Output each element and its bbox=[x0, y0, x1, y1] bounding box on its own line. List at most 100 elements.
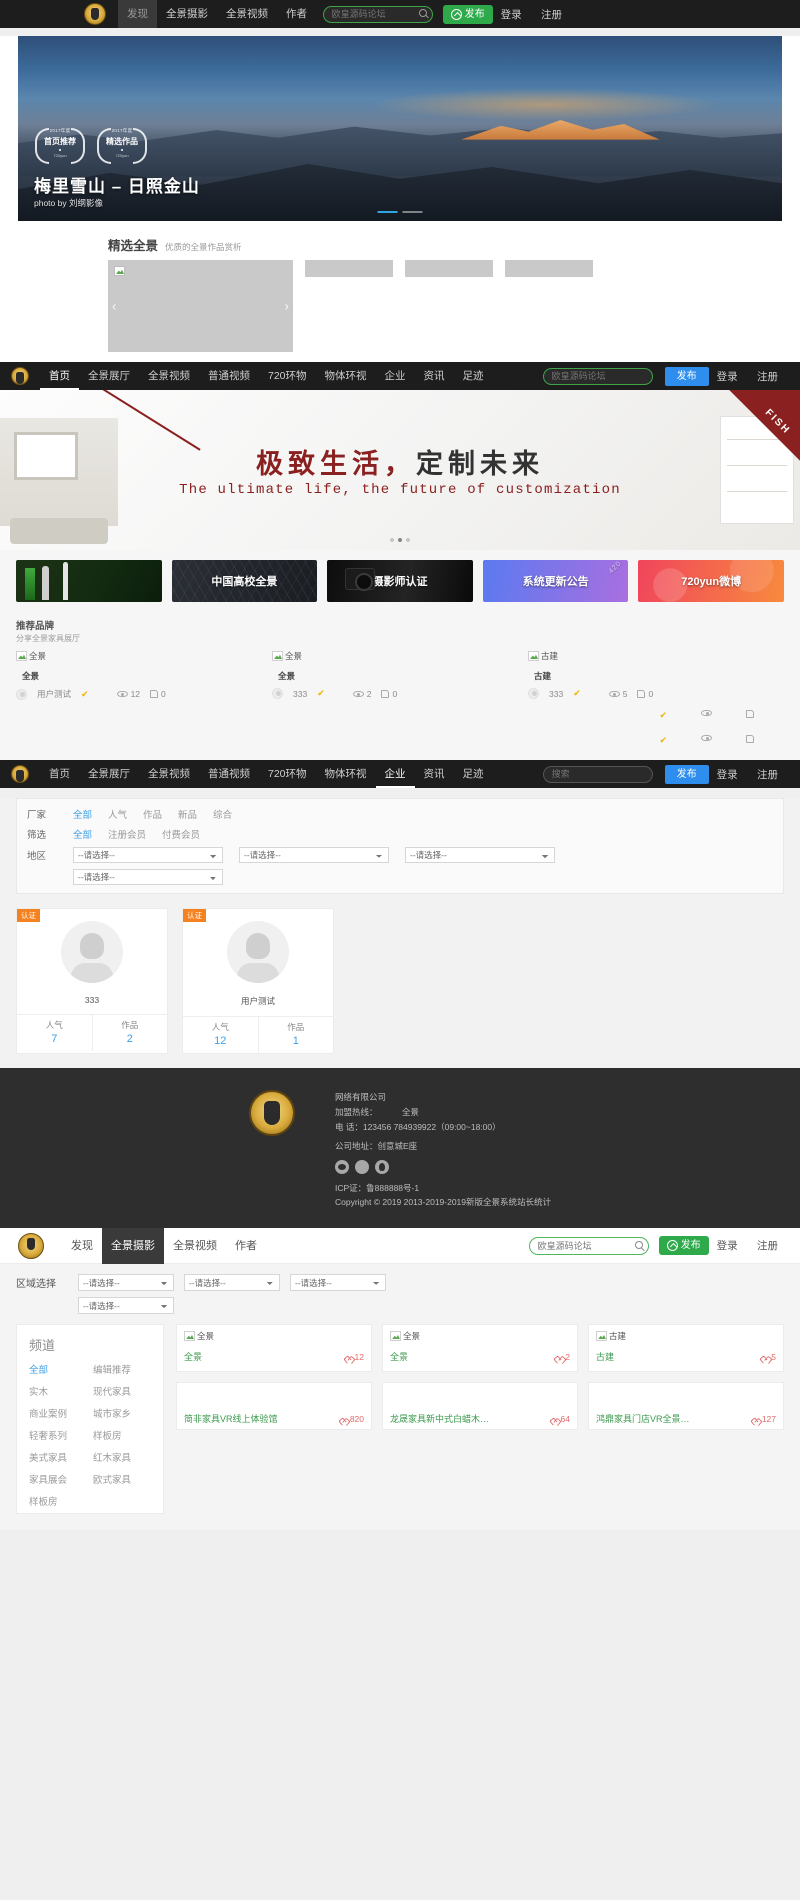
channel-item-solid-wood[interactable]: 实木 bbox=[29, 1384, 87, 1398]
featured-thumb[interactable] bbox=[405, 260, 493, 277]
channel-item-business-case[interactable]: 商业案例 bbox=[29, 1406, 87, 1420]
nav-item-object-view[interactable]: 物体环视 bbox=[316, 760, 376, 788]
user-card[interactable]: 认证 用户测试 人气 12 作品 1 bbox=[182, 908, 334, 1054]
nav-item-panorama-hall[interactable]: 全景展厅 bbox=[79, 362, 139, 390]
channel-item-city-hometown[interactable]: 城市家乡 bbox=[93, 1406, 151, 1420]
channel-item-american-furniture[interactable]: 美式家具 bbox=[29, 1450, 87, 1464]
tile-china-campus-panorama[interactable]: 中国高校全景 bbox=[171, 560, 318, 602]
brand-card[interactable]: 全景 全景 用户测试 ✔ 12 0 bbox=[16, 650, 272, 700]
region-select-city[interactable]: --请选择-- bbox=[239, 847, 389, 863]
nav-item-panorama-photo[interactable]: 全景摄影 bbox=[157, 0, 217, 28]
nav-item-720-object[interactable]: 720环物 bbox=[259, 362, 316, 390]
work-card[interactable]: 全景 全景 12 bbox=[176, 1324, 372, 1373]
nav-item-panorama-video[interactable]: 全景视频 bbox=[139, 362, 199, 390]
region-select-district[interactable]: --请选择-- bbox=[405, 847, 555, 863]
user-card[interactable]: 认证 333 人气 7 作品 2 bbox=[16, 908, 168, 1054]
wechat-icon[interactable] bbox=[334, 1159, 349, 1174]
carousel-dot[interactable] bbox=[402, 211, 423, 213]
featured-main-image[interactable]: ‹ › bbox=[108, 260, 293, 352]
site-logo-icon[interactable] bbox=[18, 1232, 44, 1259]
nav-item-enterprise[interactable]: 企业 bbox=[376, 362, 415, 390]
carousel-dot[interactable] bbox=[377, 211, 398, 213]
channel-item-furniture-expo[interactable]: 家具展会 bbox=[29, 1472, 87, 1486]
region-select-city[interactable]: --请选择-- bbox=[184, 1274, 280, 1292]
tile-system-update-notice[interactable]: 420 系统更新公告 bbox=[482, 560, 629, 602]
register-link[interactable]: 注册 bbox=[749, 371, 786, 383]
nav-item-footprint[interactable]: 足迹 bbox=[454, 362, 493, 390]
carousel-prev-arrow[interactable]: ‹ bbox=[112, 299, 116, 314]
filter-option-comprehensive[interactable]: 综合 bbox=[213, 807, 232, 821]
nav-item-panorama-video[interactable]: 全景视频 bbox=[139, 760, 199, 788]
nav-item-panorama-hall[interactable]: 全景展厅 bbox=[79, 760, 139, 788]
nav-item-enterprise[interactable]: 企业 bbox=[375, 760, 415, 788]
login-link[interactable]: 登录 bbox=[493, 9, 530, 21]
tile-rocket[interactable] bbox=[16, 560, 162, 602]
nav-item-normal-video[interactable]: 普通视频 bbox=[199, 760, 259, 788]
search-input[interactable] bbox=[322, 5, 433, 23]
nav-item-footprint[interactable]: 足迹 bbox=[454, 760, 493, 788]
tile-720yun-weibo[interactable]: 720yun微博 bbox=[638, 560, 784, 602]
nav-item-discover[interactable]: 发现 bbox=[62, 1232, 102, 1260]
channel-item-model-room[interactable]: 样板房 bbox=[93, 1428, 151, 1442]
nav-item-author[interactable]: 作者 bbox=[226, 1232, 266, 1260]
tile-photographer-certification[interactable]: 摄影师认证 bbox=[327, 560, 473, 602]
channel-item-modern-furniture[interactable]: 现代家具 bbox=[93, 1384, 151, 1398]
featured-thumb[interactable] bbox=[505, 260, 593, 277]
work-card[interactable]: 鸿鼎家具门店VR全景… 127 bbox=[588, 1382, 784, 1431]
channel-item-european-furniture[interactable]: 欧式家具 bbox=[93, 1472, 151, 1486]
filter-option-works[interactable]: 作品 bbox=[143, 807, 162, 821]
region-select-province[interactable]: --请选择-- bbox=[78, 1274, 174, 1292]
work-card[interactable]: 古建 古建 5 bbox=[588, 1324, 784, 1373]
register-link[interactable]: 注册 bbox=[533, 9, 570, 21]
carousel-dot[interactable] bbox=[406, 538, 410, 542]
publish-button[interactable]: 发布 bbox=[664, 764, 709, 784]
filter-option-registered-member[interactable]: 注册会员 bbox=[108, 827, 146, 841]
channel-item-light-luxury[interactable]: 轻奢系列 bbox=[29, 1428, 87, 1442]
register-link[interactable]: 注册 bbox=[749, 1240, 786, 1252]
region-select-extra[interactable]: --请选择-- bbox=[73, 869, 223, 885]
site-logo-icon[interactable] bbox=[11, 367, 29, 385]
filter-option-popularity[interactable]: 人气 bbox=[108, 807, 127, 821]
login-link[interactable]: 登录 bbox=[709, 371, 746, 383]
qq-icon[interactable] bbox=[374, 1159, 389, 1174]
brand-card[interactable]: 全景 全景 333 ✔ 2 0 bbox=[272, 650, 528, 700]
login-link[interactable]: 登录 bbox=[709, 769, 746, 781]
nav-item-news[interactable]: 资讯 bbox=[415, 760, 454, 788]
nav-item-panorama-video[interactable]: 全景视频 bbox=[164, 1232, 226, 1260]
filter-option-all[interactable]: 全部 bbox=[73, 807, 92, 821]
register-link[interactable]: 注册 bbox=[749, 769, 786, 781]
region-select-extra[interactable]: --请选择-- bbox=[78, 1297, 174, 1315]
nav-item-panorama-video[interactable]: 全景视频 bbox=[217, 0, 277, 28]
search-input[interactable] bbox=[528, 1236, 649, 1255]
carousel-dot[interactable] bbox=[398, 538, 402, 542]
publish-button[interactable]: 发布 bbox=[664, 366, 709, 386]
channel-item-model-room-2[interactable]: 样板房 bbox=[29, 1494, 87, 1508]
featured-thumb[interactable] bbox=[305, 260, 393, 277]
filter-option-all[interactable]: 全部 bbox=[73, 827, 92, 841]
publish-button[interactable]: 发布 bbox=[658, 1236, 709, 1256]
weibo-icon[interactable] bbox=[354, 1159, 369, 1174]
carousel-next-arrow[interactable]: › bbox=[285, 299, 289, 314]
region-select-province[interactable]: --请选择-- bbox=[73, 847, 223, 863]
publish-button[interactable]: 发布 bbox=[442, 4, 493, 24]
nav-item-panorama-photo[interactable]: 全景摄影 bbox=[102, 1227, 164, 1264]
search-icon[interactable] bbox=[634, 1240, 643, 1249]
filter-option-paid-member[interactable]: 付费会员 bbox=[162, 827, 200, 841]
channel-item-editor-pick[interactable]: 编辑推荐 bbox=[93, 1362, 151, 1376]
carousel-dot[interactable] bbox=[390, 538, 394, 542]
search-icon[interactable] bbox=[418, 8, 427, 17]
nav-item-object-view[interactable]: 物体环视 bbox=[316, 362, 376, 390]
nav-item-news[interactable]: 资讯 bbox=[415, 362, 454, 390]
nav-item-discover[interactable]: 发现 bbox=[118, 0, 157, 28]
work-card[interactable]: 简非家具VR线上体验馆 820 bbox=[176, 1382, 372, 1431]
nav-item-home[interactable]: 首页 bbox=[40, 760, 79, 788]
brand-card[interactable]: 古建 古建 333 ✔ 5 0 bbox=[528, 650, 784, 700]
search-input[interactable] bbox=[542, 367, 653, 385]
work-card[interactable]: 全景 全景 2 bbox=[382, 1324, 578, 1373]
nav-item-720-object[interactable]: 720环物 bbox=[259, 760, 316, 788]
filter-option-new[interactable]: 新品 bbox=[178, 807, 197, 821]
promo-banner[interactable]: FISH 极致生活，定制未来 The ultimate life, the fu… bbox=[0, 390, 800, 550]
nav-item-author[interactable]: 作者 bbox=[277, 0, 316, 28]
nav-item-normal-video[interactable]: 普通视频 bbox=[199, 362, 259, 390]
login-link[interactable]: 登录 bbox=[709, 1240, 746, 1252]
